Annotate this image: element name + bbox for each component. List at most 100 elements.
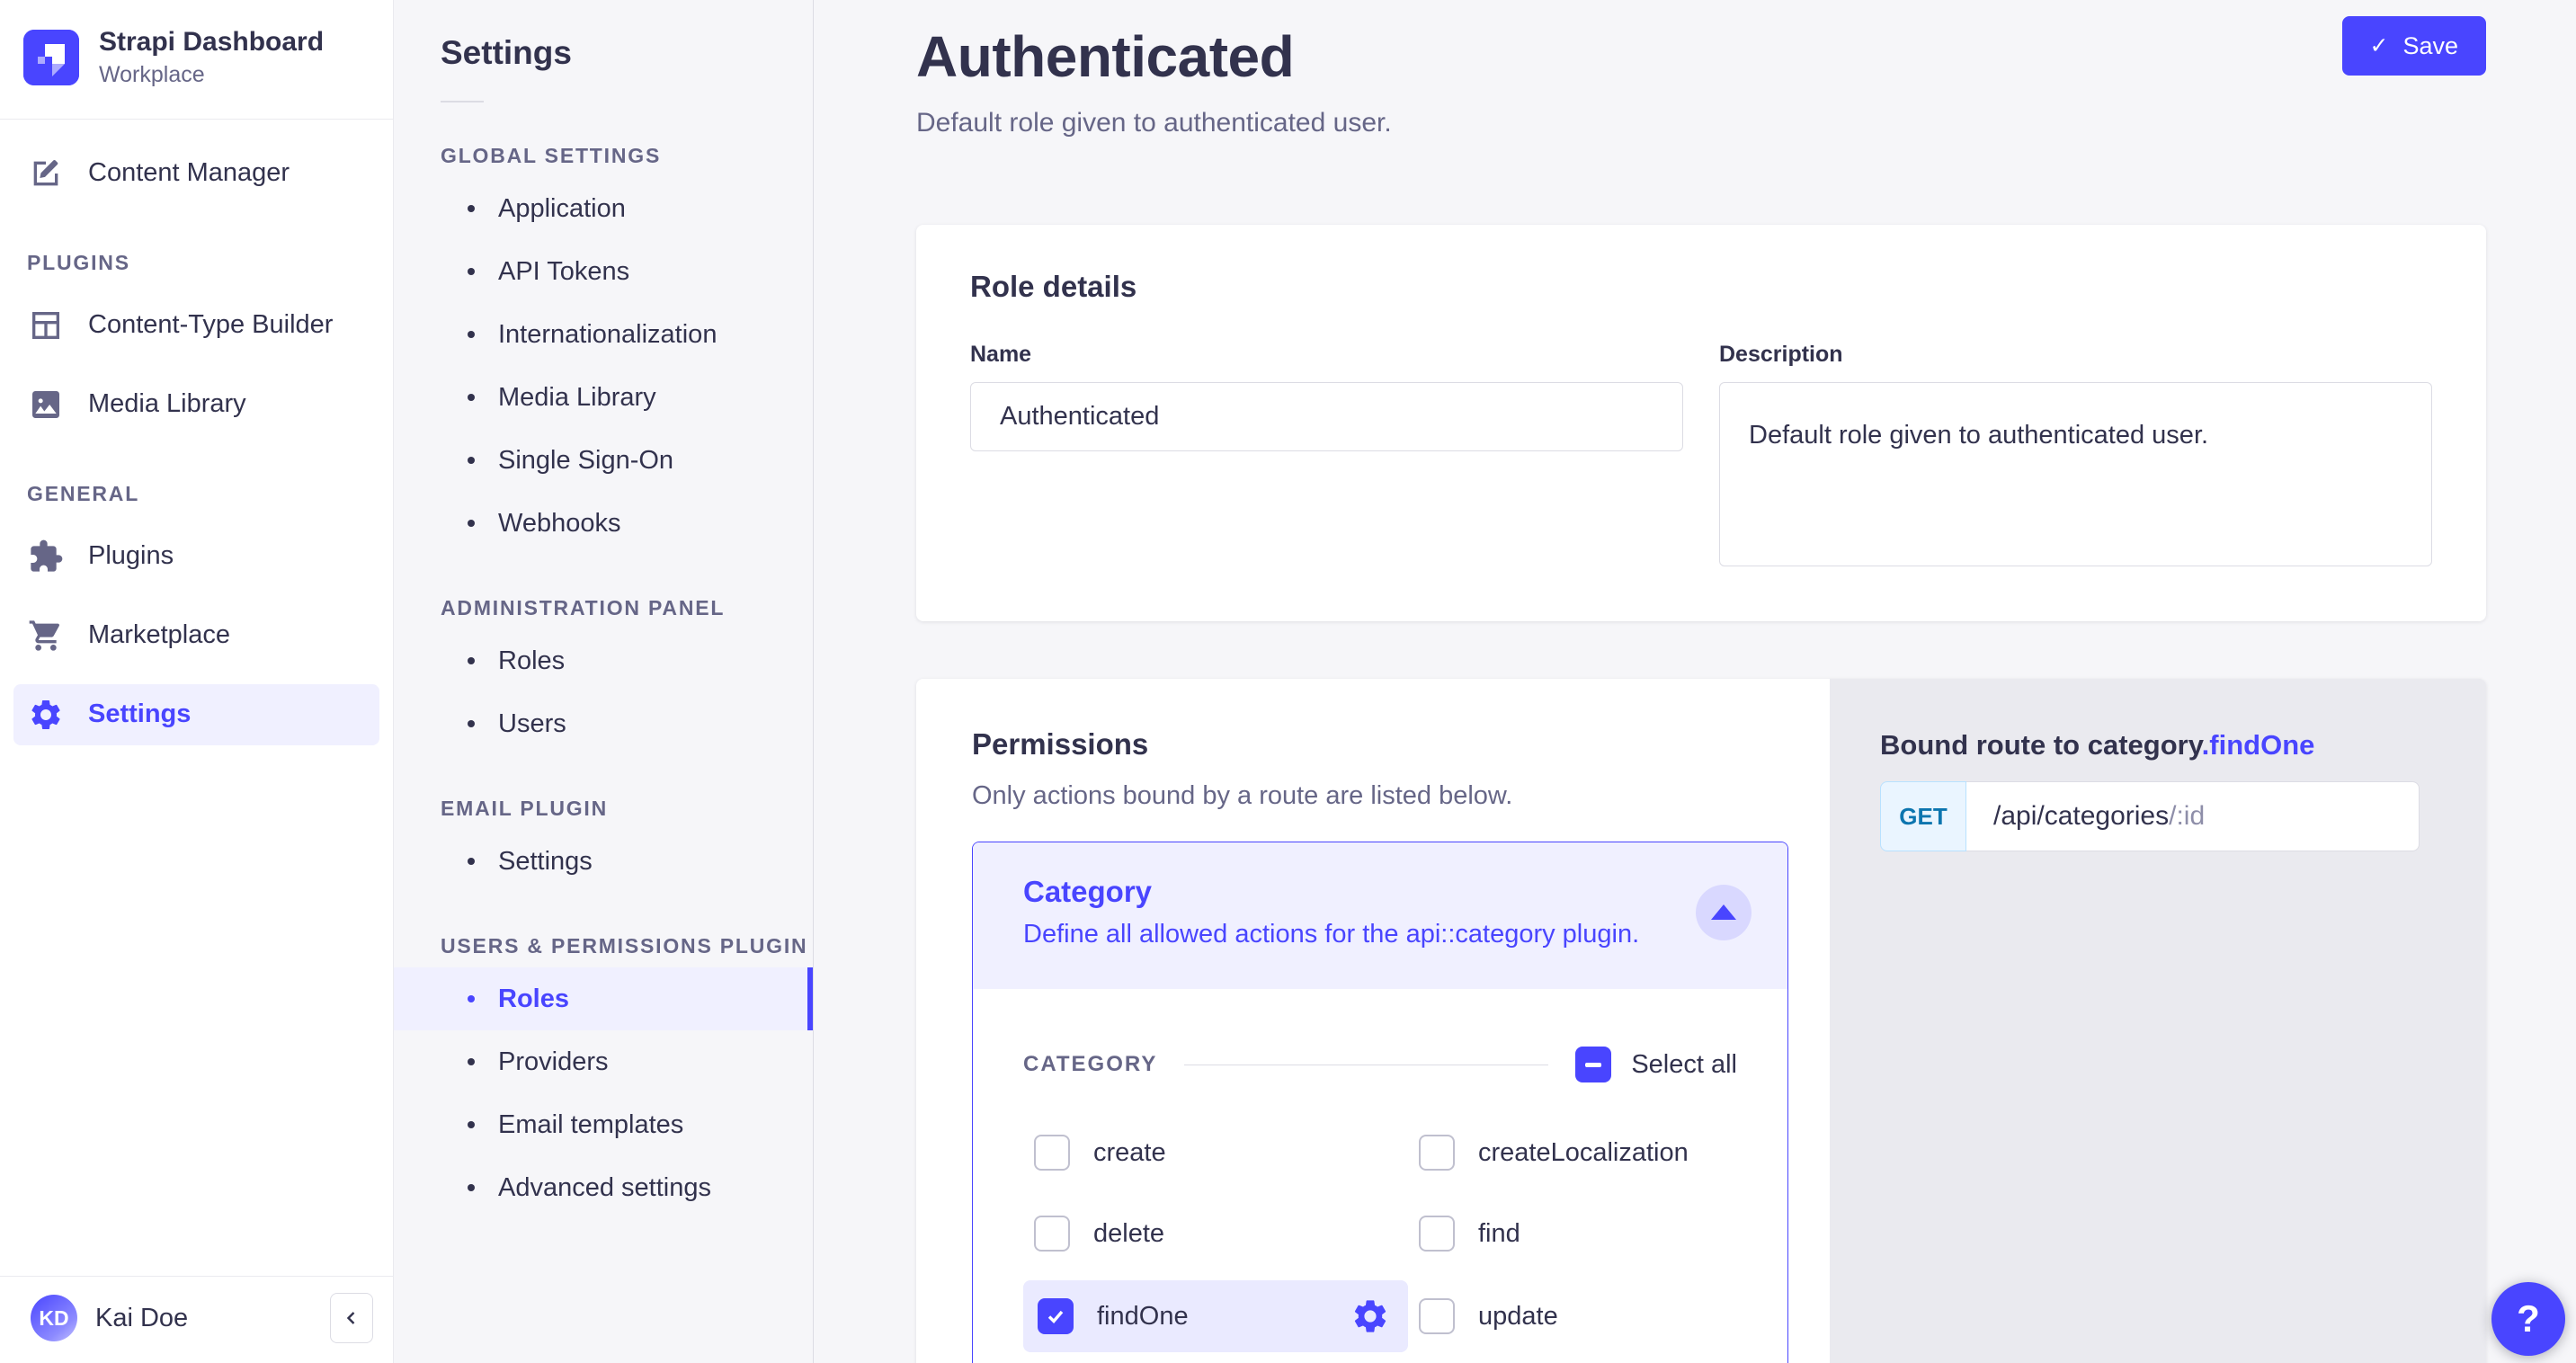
subnav-item-label: Settings xyxy=(498,847,593,877)
app-window: Strapi Dashboard Workplace Content Manag… xyxy=(0,0,2576,1363)
bound-route-title-prefix: Bound route to category xyxy=(1880,729,2202,761)
settings-subnav: Settings GLOBAL SETTINGS Application API… xyxy=(394,0,814,1363)
select-all-checkbox-indeterminate[interactable] xyxy=(1575,1047,1611,1082)
sidebar-item-plugins[interactable]: Plugins xyxy=(0,517,393,596)
sidebar-item-media-library[interactable]: Media Library xyxy=(0,365,393,444)
collapse-accordion-button[interactable] xyxy=(1696,885,1752,940)
gear-icon xyxy=(27,696,65,734)
permissions-section: Permissions Only actions bound by a rout… xyxy=(916,679,2486,1363)
subnav-item-providers[interactable]: Providers xyxy=(394,1030,813,1093)
action-update: update xyxy=(1408,1280,1788,1352)
description-textarea[interactable]: Default role given to authenticated user… xyxy=(1719,382,2432,566)
action-findOne: findOne xyxy=(1023,1280,1408,1352)
action-label: createLocalization xyxy=(1478,1138,1689,1168)
category-accordion-title: Category xyxy=(1023,875,1639,909)
subnav-item-advanced-settings[interactable]: Advanced settings xyxy=(394,1156,813,1219)
subnav-item-label: Single Sign-On xyxy=(498,446,673,476)
bullet-icon xyxy=(468,657,475,664)
brand-text: Strapi Dashboard Workplace xyxy=(99,27,324,88)
route-param-text: /:id xyxy=(2169,801,2205,832)
bullet-icon xyxy=(468,1058,475,1065)
image-icon xyxy=(27,386,65,423)
sidebar-item-label: Marketplace xyxy=(88,620,230,650)
permissions-subtitle: Only actions bound by a route are listed… xyxy=(972,781,1788,811)
save-button[interactable]: ✓ Save xyxy=(2342,16,2487,76)
workspace-subtitle: Workplace xyxy=(99,62,324,88)
subnav-item-api-tokens[interactable]: API Tokens xyxy=(394,240,813,303)
bound-route-title-action: .findOne xyxy=(2202,729,2315,761)
subnav-item-label: Webhooks xyxy=(498,509,621,539)
category-accordion-header[interactable]: Category Define all allowed actions for … xyxy=(973,842,1787,989)
subnav-title: Settings xyxy=(441,34,813,72)
main-content: Authenticated ✓ Save Default role given … xyxy=(814,0,2576,1363)
subnav-item-admin-roles[interactable]: Roles xyxy=(394,629,813,692)
checkbox-find[interactable] xyxy=(1419,1216,1455,1252)
help-button[interactable]: ? xyxy=(2491,1282,2565,1356)
category-group-row: CATEGORY Select all xyxy=(1023,1047,1737,1082)
user-row: KD Kai Doe xyxy=(0,1277,393,1363)
subnav-item-single-sign-on[interactable]: Single Sign-On xyxy=(394,429,813,492)
role-details-title: Role details xyxy=(970,270,2432,304)
category-group-label: CATEGORY xyxy=(1023,1052,1157,1077)
sidebar-menu: Content Manager PLUGINS Content-Type Bui… xyxy=(0,120,393,1277)
subnav-item-label: Media Library xyxy=(498,383,656,413)
category-accordion-description: Define all allowed actions for the api::… xyxy=(1023,920,1639,949)
action-label: update xyxy=(1478,1302,1558,1332)
subnav-section-administration-panel: ADMINISTRATION PANEL xyxy=(441,596,813,620)
workspace-brand[interactable]: Strapi Dashboard Workplace xyxy=(0,0,393,119)
bullet-icon xyxy=(468,331,475,338)
sidebar-item-marketplace[interactable]: Marketplace xyxy=(0,596,393,675)
subnav-item-media-library[interactable]: Media Library xyxy=(394,366,813,429)
sidebar-item-label: Content-Type Builder xyxy=(88,310,333,340)
permissions-title: Permissions xyxy=(972,727,1788,762)
checkbox-update[interactable] xyxy=(1419,1298,1455,1334)
sidebar-item-content-manager[interactable]: Content Manager xyxy=(0,134,393,213)
action-label: create xyxy=(1093,1138,1166,1168)
sidebar-item-label: Content Manager xyxy=(88,158,290,188)
page-header: Authenticated ✓ Save Default role given … xyxy=(916,0,2486,138)
description-label: Description xyxy=(1719,342,2432,368)
checkbox-findOne-checked[interactable] xyxy=(1038,1298,1074,1334)
subnav-item-application[interactable]: Application xyxy=(394,177,813,240)
subnav-section-email-plugin: EMAIL PLUGIN xyxy=(441,797,813,821)
workspace-title: Strapi Dashboard xyxy=(99,27,324,58)
cart-icon xyxy=(27,617,65,655)
name-input[interactable] xyxy=(970,382,1683,451)
select-all-control[interactable]: Select all xyxy=(1575,1047,1737,1082)
route-path-input[interactable]: /api/categories/:id xyxy=(1966,781,2420,851)
subnav-item-label: Users xyxy=(498,709,566,739)
route-method-badge: GET xyxy=(1880,781,1966,851)
actions-grid: create createLocalization delete xyxy=(1023,1118,1737,1352)
checkbox-delete[interactable] xyxy=(1034,1216,1070,1252)
bullet-icon xyxy=(468,720,475,727)
subnav-item-admin-users[interactable]: Users xyxy=(394,692,813,755)
sidebar-item-settings[interactable]: Settings xyxy=(0,675,393,754)
checkbox-create[interactable] xyxy=(1034,1135,1070,1171)
action-createLocalization: createLocalization xyxy=(1408,1118,1788,1187)
subnav-item-email-templates[interactable]: Email templates xyxy=(394,1093,813,1156)
collapse-sidebar-button[interactable] xyxy=(330,1293,373,1343)
sidebar-section-general: GENERAL xyxy=(0,444,393,517)
subnav-item-internationalization[interactable]: Internationalization xyxy=(394,303,813,366)
sidebar-item-content-type-builder[interactable]: Content-Type Builder xyxy=(0,286,393,365)
action-settings-button[interactable] xyxy=(1350,1296,1390,1336)
subnav-item-up-roles[interactable]: Roles xyxy=(394,967,813,1030)
route-path-text: /api/categories xyxy=(1993,801,2169,832)
checkbox-createLocalization[interactable] xyxy=(1419,1135,1455,1171)
save-button-label: Save xyxy=(2402,32,2458,60)
subnav-section-global-settings: GLOBAL SETTINGS xyxy=(441,144,813,168)
bound-route-panel: Bound route to category.findOne GET /api… xyxy=(1830,679,2486,1363)
name-label: Name xyxy=(970,342,1683,368)
user-name: Kai Doe xyxy=(95,1304,312,1333)
subnav-item-email-settings[interactable]: Settings xyxy=(394,830,813,893)
layout-icon xyxy=(27,307,65,344)
bullet-icon xyxy=(468,858,475,865)
action-delete: delete xyxy=(1023,1199,1408,1268)
bullet-icon xyxy=(468,394,475,401)
subnav-item-webhooks[interactable]: Webhooks xyxy=(394,492,813,555)
subnav-section-users-permissions-plugin: USERS & PERMISSIONS PLUGIN xyxy=(441,934,813,958)
bullet-icon xyxy=(468,520,475,527)
category-accordion-body: CATEGORY Select all xyxy=(973,989,1787,1363)
select-all-label: Select all xyxy=(1631,1050,1737,1080)
sidebar-item-label: Media Library xyxy=(88,389,246,419)
